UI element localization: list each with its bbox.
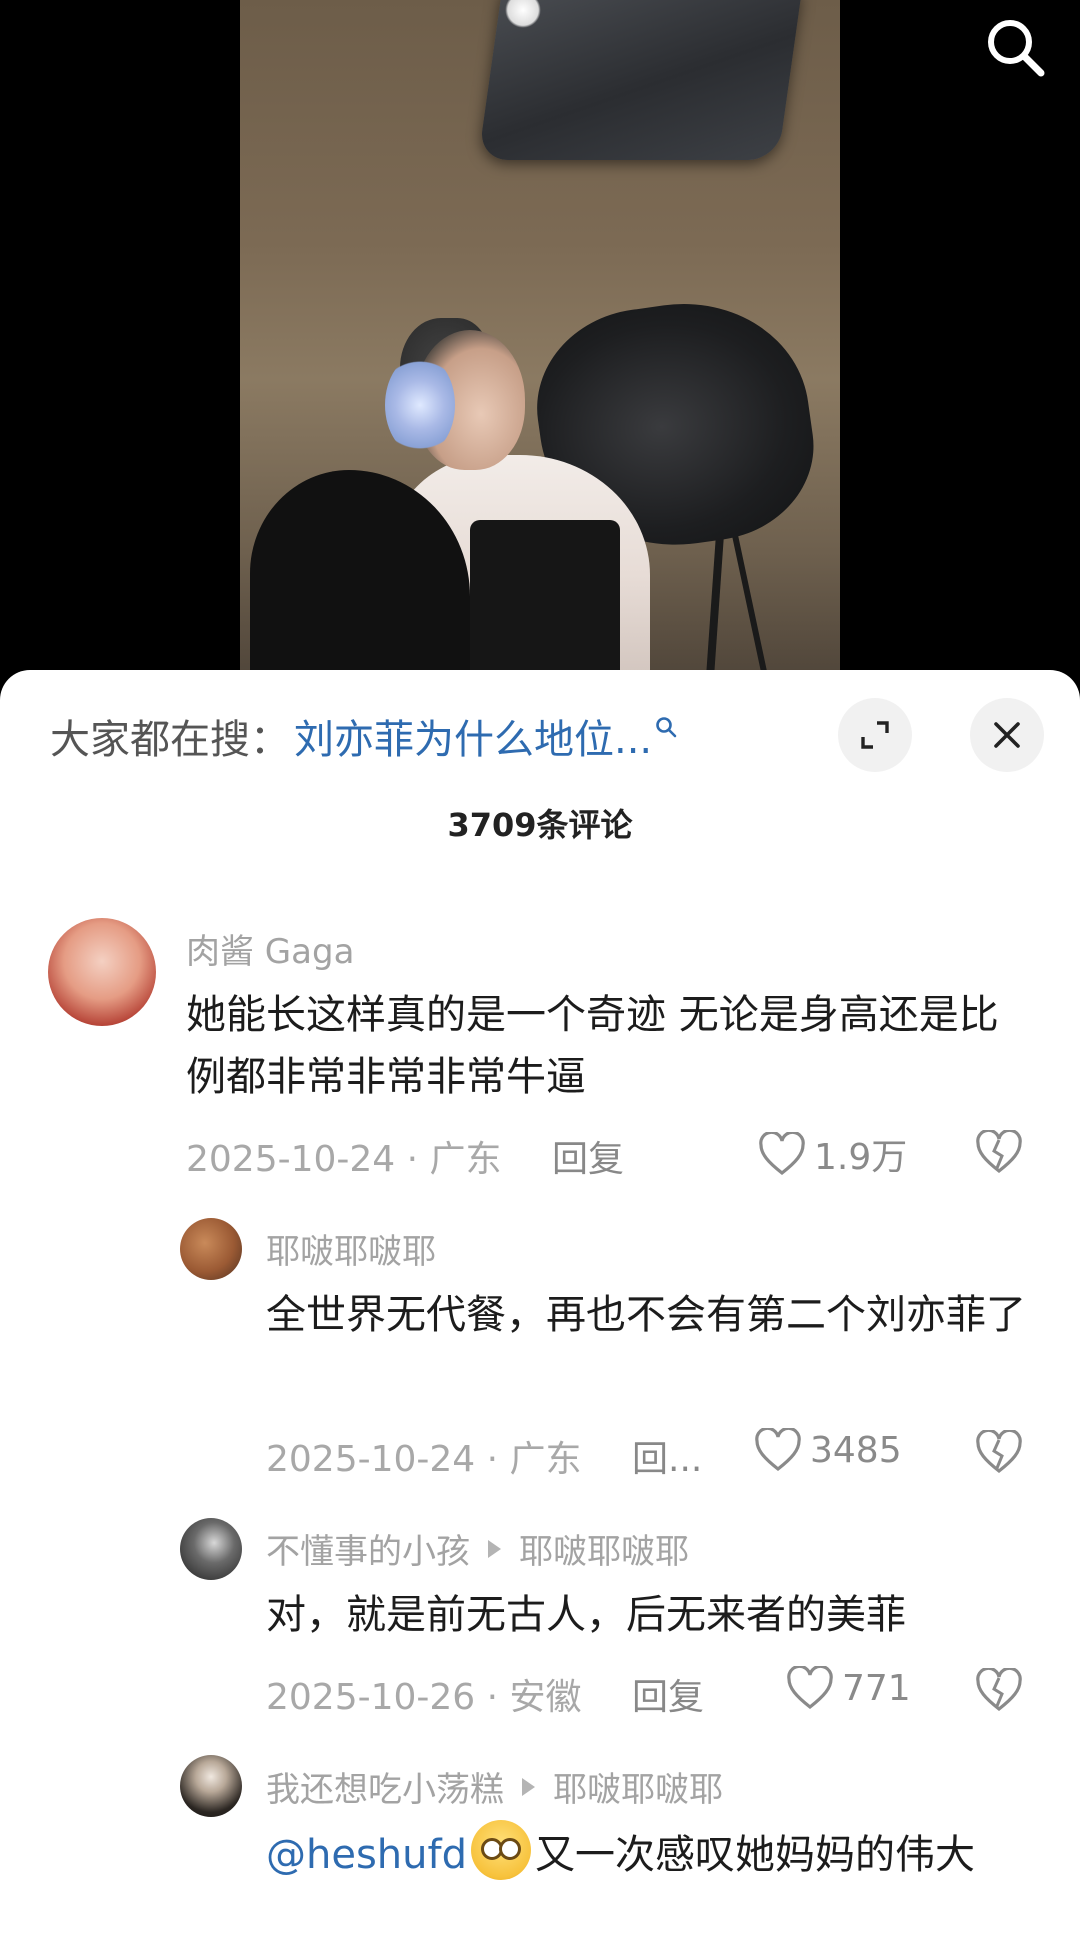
broken-heart-icon: [976, 1128, 1022, 1174]
expand-icon: [861, 721, 889, 749]
hot-search-keyword[interactable]: 刘亦菲为什么地位...: [294, 707, 652, 765]
comment-text: 她能长这样真的是一个奇迹 无论是身高还是比例都非常非常非常牛逼: [186, 992, 999, 1100]
comment-username-line: 不懂事的小孩 耶啵耶啵耶: [266, 1524, 689, 1573]
mention-link[interactable]: @heshufd: [266, 1832, 467, 1878]
hot-search-label: 大家都在搜：: [50, 717, 290, 763]
video-frame: [240, 0, 840, 690]
comment-username[interactable]: 不懂事的小孩: [266, 1524, 470, 1573]
comment-username[interactable]: 肉酱 Gaga: [186, 924, 354, 973]
broken-heart-icon: [976, 1428, 1022, 1474]
like-count: 771: [842, 1667, 911, 1709]
comment-sheet: 大家都在搜： 刘亦菲为什么地位... 3709条评论 肉酱 Gaga 她能长这样…: [0, 670, 1080, 1938]
dislike-button[interactable]: [975, 1128, 1023, 1178]
comment-meta: 2025-10-24 · 广东: [186, 1139, 502, 1180]
like-button[interactable]: 1.9万: [758, 1128, 907, 1180]
reply-to-username[interactable]: 耶啵耶啵耶: [519, 1524, 689, 1573]
reply-button[interactable]: 回复: [552, 1130, 624, 1182]
light-stand: [703, 519, 725, 690]
close-button[interactable]: [970, 698, 1044, 772]
comment-text: 全世界无代餐，再也不会有第二个刘亦菲了: [266, 1292, 1026, 1338]
comment-username[interactable]: 耶啵耶啵耶: [266, 1224, 436, 1273]
avatar[interactable]: [180, 1518, 242, 1580]
like-button[interactable]: 771: [786, 1666, 911, 1710]
dislike-button[interactable]: [975, 1428, 1023, 1478]
pleading-face-emoji-icon: [470, 1820, 531, 1880]
comment-text: @heshufd 又一次感叹她妈妈的伟大: [266, 1820, 1026, 1886]
comment-count: 3709条评论: [447, 806, 633, 844]
reply-arrow-icon: [488, 1539, 501, 1558]
close-icon: [994, 722, 1020, 748]
like-count: 1.9万: [814, 1137, 908, 1178]
reply-button[interactable]: 回复: [632, 1668, 704, 1720]
comment-meta: 2025-10-24 · 广东: [266, 1439, 582, 1480]
search-icon: [656, 717, 677, 738]
reply-arrow-icon: [522, 1777, 535, 1796]
like-button[interactable]: 3485: [754, 1428, 902, 1472]
search-icon: [988, 20, 1045, 77]
comment-meta: 2025-10-26 · 安徽: [266, 1677, 582, 1718]
camera-rig: [470, 520, 620, 690]
comment-username-line: 我还想吃小荡糕 耶啵耶啵耶: [266, 1762, 723, 1811]
video-player[interactable]: [0, 0, 1080, 690]
reply-button[interactable]: 回...: [632, 1430, 702, 1482]
heart-icon: [759, 1132, 805, 1176]
heart-icon: [787, 1666, 833, 1710]
search-button[interactable]: [980, 12, 1050, 82]
avatar[interactable]: [48, 918, 156, 1026]
avatar[interactable]: [180, 1755, 242, 1817]
heart-icon: [755, 1428, 801, 1472]
expand-button[interactable]: [838, 698, 912, 772]
hot-search-bar[interactable]: 大家都在搜： 刘亦菲为什么地位...: [50, 708, 678, 764]
dislike-button[interactable]: [975, 1666, 1023, 1716]
comment-username[interactable]: 我还想吃小荡糕: [266, 1762, 504, 1811]
comment-text: 对，就是前无古人，后无来者的美菲: [266, 1592, 906, 1638]
light-stand: [729, 521, 777, 690]
hair-ornament: [385, 355, 455, 455]
reply-to-username[interactable]: 耶啵耶啵耶: [553, 1762, 723, 1811]
comment-text-body: 又一次感叹她妈妈的伟大: [534, 1832, 975, 1878]
avatar[interactable]: [180, 1218, 242, 1280]
like-count: 3485: [810, 1429, 902, 1471]
broken-heart-icon: [976, 1666, 1022, 1712]
